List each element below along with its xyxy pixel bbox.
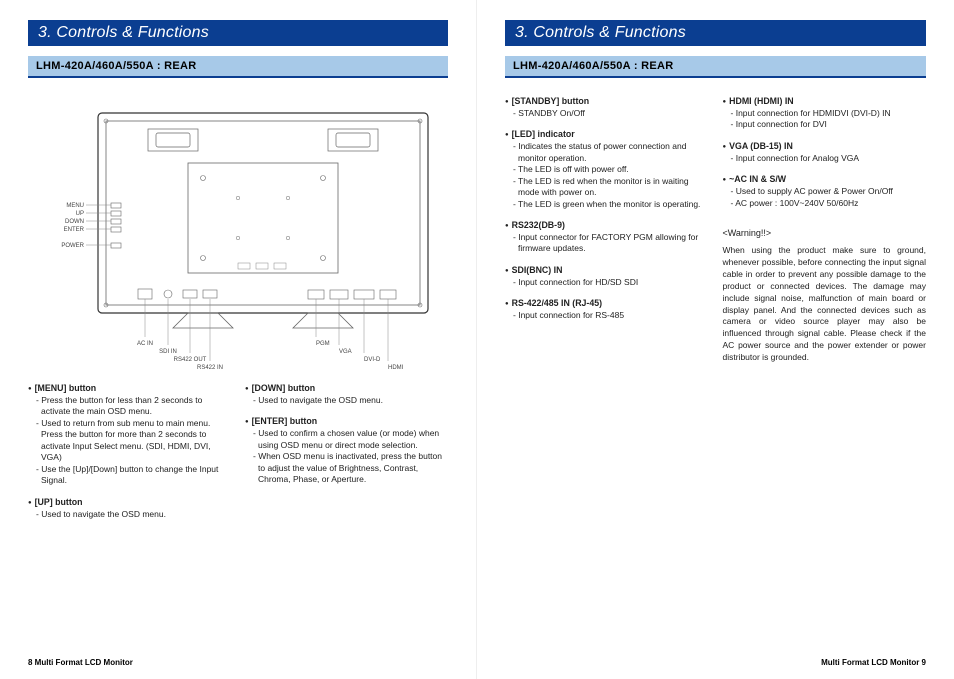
- desc-item: [ENTER] buttonUsed to confirm a chosen v…: [245, 416, 448, 485]
- right-col1: [STANDBY] buttonSTANDBY On/Off [LED] indi…: [505, 96, 709, 364]
- right-description-columns: [STANDBY] buttonSTANDBY On/Off [LED] indi…: [505, 96, 926, 364]
- desc-item-line: Input connection for Analog VGA: [731, 153, 927, 164]
- desc-item-line: The LED is red when the monitor is in wa…: [513, 176, 709, 199]
- svg-text:VGA: VGA: [339, 349, 352, 355]
- desc-item-line: Used to return from sub menu to main men…: [36, 418, 231, 464]
- desc-item-line: Input connection for HDMIDVI (DVI-D) IN: [731, 108, 927, 119]
- svg-text:SDI IN: SDI IN: [159, 349, 177, 355]
- left-col2: [DOWN] buttonUsed to navigate the OSD me…: [245, 383, 448, 530]
- page-left: 3. Controls & Functions LHM-420A/460A/55…: [0, 0, 477, 679]
- svg-text:RS422 OUT: RS422 OUT: [174, 357, 207, 363]
- desc-item: [STANDBY] buttonSTANDBY On/Off: [505, 96, 709, 119]
- desc-item-line: Used to navigate the OSD menu.: [253, 395, 448, 406]
- desc-item: HDMI (HDMI) INInput connection for HDMID…: [723, 96, 927, 131]
- desc-item-line: Indicates the status of power connection…: [513, 141, 709, 164]
- desc-item-title: VGA (DB-15) IN: [723, 141, 927, 153]
- desc-item: VGA (DB-15) INInput connection for Analo…: [723, 141, 927, 164]
- desc-item-title: ~AC IN & S/W: [723, 174, 927, 186]
- desc-item-line: The LED is off with power off.: [513, 164, 709, 175]
- desc-item: [LED] indicatorIndicates the status of p…: [505, 129, 709, 210]
- rear-diagram: MENU UP DOWN ENTER POWER: [38, 103, 438, 373]
- desc-item-line: Input connector for FACTORY PGM allowing…: [513, 232, 709, 255]
- svg-text:ENTER: ENTER: [64, 227, 85, 233]
- right-col2: HDMI (HDMI) INInput connection for HDMID…: [723, 96, 927, 364]
- desc-item: RS-422/485 IN (RJ-45)Input connection fo…: [505, 298, 709, 321]
- desc-item-line: Input connection for DVI: [731, 119, 927, 130]
- desc-item-line: Press the button for less than 2 seconds…: [36, 395, 231, 418]
- desc-item-line: Input connection for HD/SD SDI: [513, 277, 709, 288]
- desc-item: [UP] buttonUsed to navigate the OSD menu…: [28, 497, 231, 520]
- page-spread: 3. Controls & Functions LHM-420A/460A/55…: [0, 0, 954, 679]
- desc-item-line: AC power : 100V~240V 50/60Hz: [731, 198, 927, 209]
- desc-item-title: [LED] indicator: [505, 129, 709, 141]
- desc-item-title: SDI(BNC) IN: [505, 265, 709, 277]
- left-description-columns: [MENU] buttonPress the button for less t…: [28, 383, 448, 530]
- desc-item: SDI(BNC) INInput connection for HD/SD SD…: [505, 265, 709, 288]
- page-right: 3. Controls & Functions LHM-420A/460A/55…: [477, 0, 954, 679]
- desc-item-title: RS232(DB-9): [505, 220, 709, 232]
- desc-item-title: [STANDBY] button: [505, 96, 709, 108]
- section-title: LHM-420A/460A/550A : REAR: [28, 56, 448, 78]
- section-title: LHM-420A/460A/550A : REAR: [505, 56, 926, 78]
- svg-text:HDMI: HDMI: [388, 365, 404, 371]
- svg-text:UP: UP: [76, 211, 84, 217]
- desc-item-line: When OSD menu is inactivated, press the …: [253, 451, 448, 485]
- svg-text:MENU: MENU: [66, 203, 84, 209]
- warning-heading: <Warning!!>: [723, 227, 927, 239]
- svg-text:POWER: POWER: [61, 243, 84, 249]
- desc-item-title: RS-422/485 IN (RJ-45): [505, 298, 709, 310]
- left-col1: [MENU] buttonPress the button for less t…: [28, 383, 231, 530]
- desc-item-line: Used to supply AC power & Power On/Off: [731, 186, 927, 197]
- svg-text:AC IN: AC IN: [137, 341, 153, 347]
- desc-item-title: [MENU] button: [28, 383, 231, 395]
- svg-text:DOWN: DOWN: [65, 219, 84, 225]
- desc-item-line: Used to navigate the OSD menu.: [36, 509, 231, 520]
- page-number-right: Multi Format LCD Monitor 9: [821, 658, 926, 667]
- desc-item-line: Used to confirm a chosen value (or mode)…: [253, 428, 448, 451]
- desc-item-title: [DOWN] button: [245, 383, 448, 395]
- desc-item-title: [ENTER] button: [245, 416, 448, 428]
- page-number-left: 8 Multi Format LCD Monitor: [28, 658, 133, 667]
- desc-item: RS232(DB-9)Input connector for FACTORY P…: [505, 220, 709, 255]
- svg-text:DVI-D: DVI-D: [364, 357, 381, 363]
- warning-body: When using the product make sure to grou…: [723, 245, 927, 364]
- desc-item-title: [UP] button: [28, 497, 231, 509]
- chapter-title: 3. Controls & Functions: [505, 20, 926, 46]
- desc-item: ~AC IN & S/WUsed to supply AC power & Po…: [723, 174, 927, 209]
- desc-item: [MENU] buttonPress the button for less t…: [28, 383, 231, 487]
- desc-item-line: STANDBY On/Off: [513, 108, 709, 119]
- desc-item-line: Input connection for RS-485: [513, 310, 709, 321]
- chapter-title: 3. Controls & Functions: [28, 20, 448, 46]
- desc-item-line: The LED is green when the monitor is ope…: [513, 199, 709, 210]
- desc-item: [DOWN] buttonUsed to navigate the OSD me…: [245, 383, 448, 406]
- desc-item-title: HDMI (HDMI) IN: [723, 96, 927, 108]
- svg-text:PGM: PGM: [316, 341, 330, 347]
- svg-text:RS422 IN: RS422 IN: [197, 365, 223, 371]
- desc-item-line: Use the [Up]/[Down] button to change the…: [36, 464, 231, 487]
